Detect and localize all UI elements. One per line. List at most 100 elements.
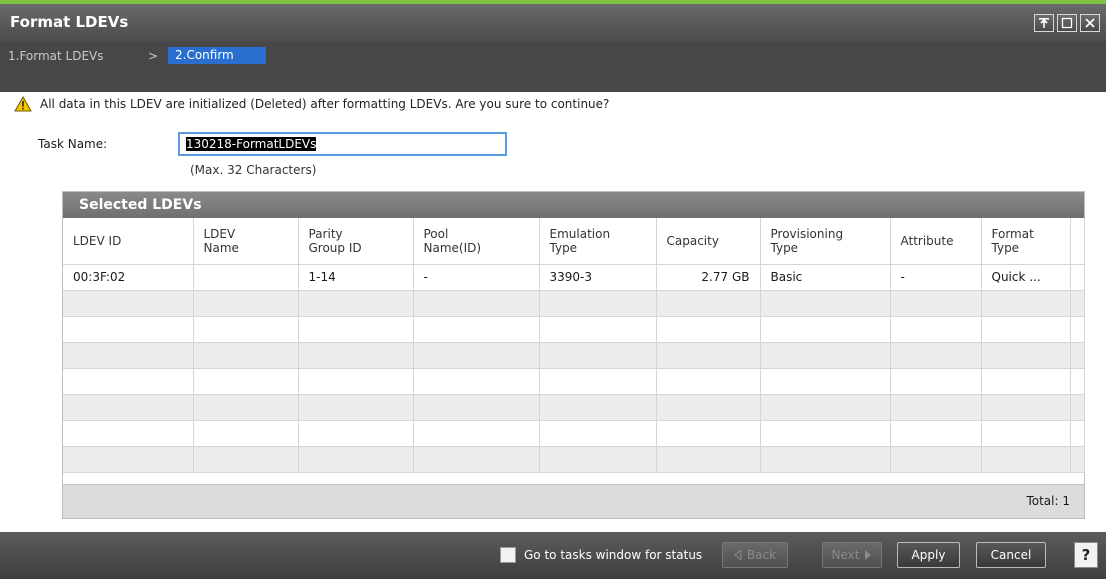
table-cell <box>890 290 982 317</box>
goto-tasks-checkbox[interactable] <box>500 547 516 563</box>
column-header[interactable]: Capacity <box>656 218 761 265</box>
table-cell <box>539 290 657 317</box>
table-cell <box>298 420 414 447</box>
column-header[interactable]: LDEV Name <box>193 218 299 265</box>
wizard-steps: 1.Format LDEVs > 2.Confirm <box>0 42 1106 92</box>
task-name-label: Task Name: <box>38 137 108 151</box>
table-row[interactable] <box>63 342 1085 369</box>
table-cell <box>1070 264 1085 291</box>
column-header-text: Group ID <box>308 240 362 255</box>
table-cell <box>656 446 761 473</box>
table-row[interactable] <box>63 368 1085 395</box>
table-cell <box>760 394 891 421</box>
column-header-text: Name(ID) <box>423 240 482 255</box>
table-cell <box>193 446 299 473</box>
close-icon[interactable] <box>1080 14 1100 32</box>
table-header-row: LDEV ID LDEV Name Parity Group ID Pool Name(ID… <box>63 218 1085 265</box>
column-header-text: LDEV <box>203 226 236 241</box>
column-header-text: Attribute <box>900 233 954 248</box>
column-header[interactable]: Parity Group ID <box>298 218 414 265</box>
table-cell <box>1070 316 1085 343</box>
table-cell <box>298 368 414 395</box>
table-cell <box>413 290 540 317</box>
table-cell <box>981 316 1071 343</box>
warning-icon <box>14 96 32 112</box>
restore-icon[interactable] <box>1034 14 1054 32</box>
table-cell: Basic <box>760 264 891 291</box>
goto-tasks-option[interactable]: Go to tasks window for status <box>500 547 702 563</box>
column-header[interactable]: Attribute <box>890 218 982 265</box>
selected-ldevs-panel: Selected LDEVs LDEV ID LDEV Name Parity Grou… <box>62 191 1085 519</box>
table-cell <box>193 420 299 447</box>
table-row[interactable] <box>63 290 1085 317</box>
table-cell <box>539 342 657 369</box>
task-name-limit-note: (Max. 32 Characters) <box>190 163 317 177</box>
table-cell <box>413 446 540 473</box>
step-format-ldevs[interactable]: 1.Format LDEVs <box>8 49 104 63</box>
column-header[interactable]: Pool Name(ID) <box>413 218 540 265</box>
chevron-right-icon <box>865 550 872 560</box>
next-button[interactable]: Next <box>822 542 882 568</box>
table-cell <box>193 394 299 421</box>
column-header-text: Parity <box>308 226 343 241</box>
column-header-text: Capacity <box>666 233 719 248</box>
back-button[interactable]: Back <box>722 542 788 568</box>
table-cell: 1-14 <box>298 264 414 291</box>
table-cell <box>298 394 414 421</box>
total-count: Total: 1 <box>1026 494 1070 508</box>
table-cell <box>539 420 657 447</box>
column-header-text: Provisioning <box>770 226 844 241</box>
format-ldevs-window: Format LDEVs 1.Format LDEVs > 2.Confirm … <box>0 0 1106 579</box>
table-cell <box>981 394 1071 421</box>
table-cell <box>1070 290 1085 317</box>
column-header[interactable]: Provisioning Type <box>760 218 891 265</box>
table-cell <box>63 368 194 395</box>
table-cell <box>760 316 891 343</box>
goto-tasks-label: Go to tasks window for status <box>524 548 703 562</box>
table-cell <box>413 342 540 369</box>
table-row[interactable] <box>63 420 1085 447</box>
table-cell <box>413 394 540 421</box>
step-separator: > <box>148 49 159 63</box>
column-header[interactable]: Emulation Type <box>539 218 657 265</box>
table-cell <box>193 368 299 395</box>
table-cell <box>760 368 891 395</box>
maximize-icon[interactable] <box>1057 14 1077 32</box>
table-cell <box>760 446 891 473</box>
table-cell <box>890 368 982 395</box>
help-icon[interactable]: ? <box>1074 542 1098 568</box>
table-row[interactable] <box>63 316 1085 343</box>
column-header-text: Pool <box>423 226 449 241</box>
table-cell <box>656 420 761 447</box>
table-cell <box>63 290 194 317</box>
total-value: 1 <box>1062 494 1070 508</box>
table-cell: - <box>413 264 540 291</box>
table-cell <box>981 290 1071 317</box>
table-cell <box>1070 394 1085 421</box>
table-cell <box>63 420 194 447</box>
table-cell <box>1070 446 1085 473</box>
table-row[interactable] <box>63 446 1085 473</box>
table-cell <box>413 368 540 395</box>
warning-text: All data in this LDEV are initialized (D… <box>40 97 610 111</box>
chevron-left-icon <box>734 550 742 560</box>
cancel-button[interactable]: Cancel <box>976 542 1046 568</box>
next-label: Next <box>831 548 860 562</box>
table-cell: - <box>890 264 982 291</box>
table-cell: 3390-3 <box>539 264 657 291</box>
table-cell <box>656 394 761 421</box>
column-header-text: LDEV ID <box>73 233 122 248</box>
window-title: Format LDEVs <box>10 13 129 31</box>
table-cell <box>193 316 299 343</box>
column-header[interactable]: Format Type <box>981 218 1071 265</box>
apply-button[interactable]: Apply <box>897 542 960 568</box>
window-controls <box>1034 14 1100 32</box>
column-header-text: Name <box>203 240 239 255</box>
table-cell <box>298 316 414 343</box>
table-row[interactable]: 00:3F:02 1-14-3390-3 2.77 GB Basic - Quick ..… <box>63 264 1085 291</box>
table-cell <box>656 342 761 369</box>
table-row[interactable] <box>63 394 1085 421</box>
task-name-input[interactable]: 130218-FormatLDEVs <box>178 132 507 156</box>
column-header[interactable]: LDEV ID <box>63 218 194 265</box>
table-cell <box>539 446 657 473</box>
